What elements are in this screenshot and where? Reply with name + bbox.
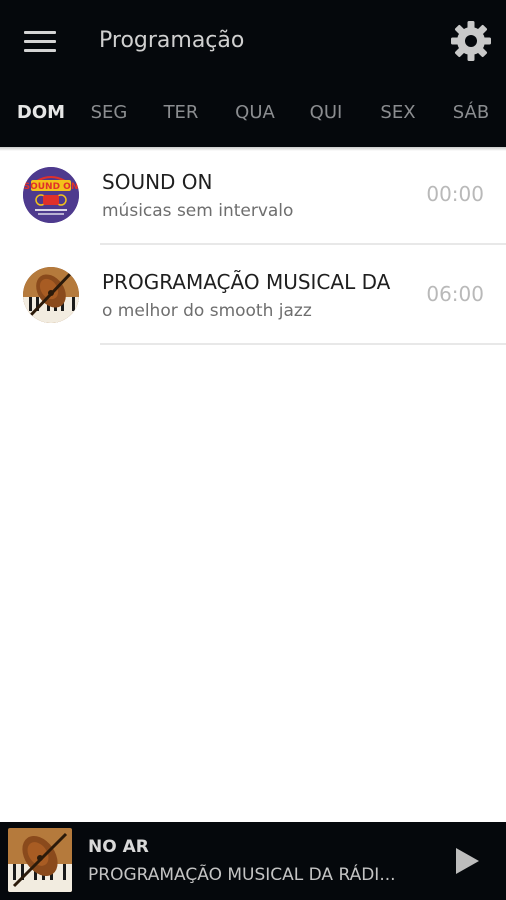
program-time: 00:00 — [426, 182, 484, 206]
tab-sab[interactable]: SÁB — [441, 90, 501, 138]
tab-qua[interactable]: QUA — [225, 90, 285, 138]
instruments-image — [23, 267, 79, 323]
logo-text: SOUND ON — [24, 182, 79, 192]
row-divider — [100, 343, 506, 345]
program-time: 06:00 — [426, 282, 484, 306]
program-description: músicas sem intervalo — [102, 201, 294, 221]
day-tabs: DOM SEG TER QUA QUI SEX SÁB — [0, 90, 506, 138]
now-playing-bar[interactable]: NO AR PROGRAMAÇÃO MUSICAL DA RÁDI... — [0, 822, 506, 900]
menu-button[interactable] — [24, 29, 56, 53]
program-name: SOUND ON — [102, 170, 213, 194]
settings-button[interactable] — [450, 20, 492, 62]
now-playing-title: PROGRAMAÇÃO MUSICAL DA RÁDI... — [88, 865, 396, 885]
program-description: o melhor do smooth jazz — [102, 301, 312, 321]
menu-bar — [24, 49, 56, 52]
play-icon — [456, 848, 479, 874]
jazz-program-logo — [23, 267, 79, 323]
app-bar: Programação DOM SEG TER QUA QUI SEX SÁB — [0, 0, 506, 147]
tab-sex[interactable]: SEX — [369, 90, 427, 138]
gear-icon — [451, 21, 491, 61]
tab-ter[interactable]: TER — [152, 90, 210, 138]
program-name: PROGRAMAÇÃO MUSICAL DA — [102, 270, 391, 294]
now-playing-thumbnail — [8, 828, 72, 892]
schedule-item[interactable]: PROGRAMAÇÃO MUSICAL DA o melhor do smoot… — [0, 245, 506, 345]
schedule-item[interactable]: SOUND ON SOUND ON músicas sem intervalo … — [0, 145, 506, 245]
instruments-image — [8, 828, 72, 892]
tab-dom[interactable]: DOM — [8, 90, 74, 138]
tab-qui[interactable]: QUI — [298, 90, 354, 138]
tab-seg[interactable]: SEG — [80, 90, 138, 138]
menu-bar — [24, 40, 56, 43]
sound-on-logo-graphic: SOUND ON — [23, 167, 79, 223]
sound-on-logo: SOUND ON — [23, 167, 79, 223]
play-button[interactable] — [453, 846, 481, 876]
page-title: Programação — [99, 28, 245, 53]
on-air-label: NO AR — [88, 837, 149, 857]
menu-bar — [24, 31, 56, 34]
